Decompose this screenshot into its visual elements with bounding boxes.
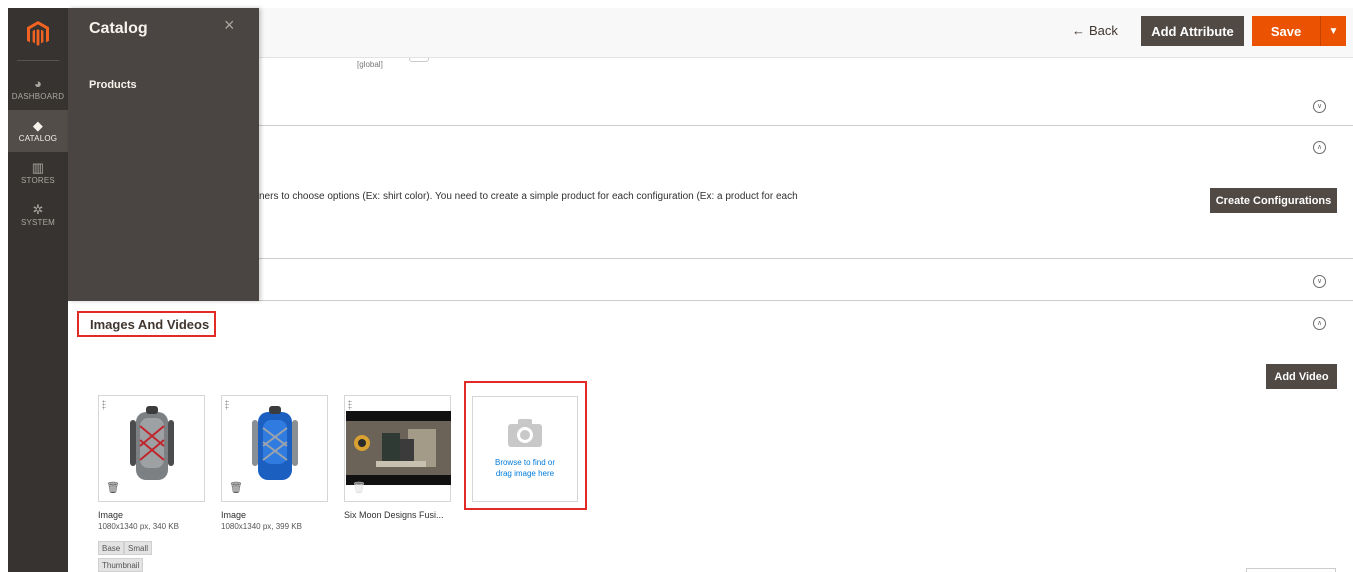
video-title: Six Moon Designs Fusi... xyxy=(344,510,444,520)
image-title: Image xyxy=(221,510,247,520)
image-meta: 1080x1340 px, 340 KB xyxy=(98,522,179,531)
trash-icon[interactable]: 🗑 xyxy=(229,481,243,494)
drag-handle-icon[interactable] xyxy=(348,400,352,410)
scope-field-stub xyxy=(409,58,429,62)
drag-handle-icon[interactable] xyxy=(225,400,229,410)
section-title-label: Images And Videos xyxy=(90,316,210,332)
menu-item-stores[interactable]: ▥ STORES xyxy=(8,152,68,194)
save-button[interactable]: Save xyxy=(1252,16,1320,46)
section-divider xyxy=(68,258,1353,259)
create-configurations-button[interactable]: Create Configurations xyxy=(1210,188,1337,213)
trash-icon[interactable]: 🗑 xyxy=(106,481,120,494)
flyout-link-products[interactable]: Products xyxy=(89,79,137,91)
dashboard-icon: ◕ xyxy=(33,76,43,91)
menu-separator xyxy=(17,60,59,61)
video-thumbnail-image xyxy=(346,411,451,485)
menu-item-label: SYSTEM xyxy=(20,218,56,227)
menu-item-label: CATALOG xyxy=(18,134,58,143)
admin-menu: ◕ DASHBOARD ◆ CATALOG ▥ STORES ✲ SYSTEM xyxy=(8,8,68,572)
menu-item-dashboard[interactable]: ◕ DASHBOARD xyxy=(8,68,68,110)
magento-logo-icon[interactable] xyxy=(8,8,68,60)
add-attribute-button[interactable]: Add Attribute xyxy=(1141,16,1244,46)
configurations-description: ners to choose options (Ex: shirt color)… xyxy=(259,191,798,202)
flyout-title: Catalog xyxy=(89,20,148,37)
upload-text-line: Browse to find or xyxy=(494,458,556,467)
back-button[interactable]: ← Back xyxy=(1072,23,1118,38)
image-role-tag: Base xyxy=(98,541,125,555)
upload-text-line: drag image here xyxy=(495,469,555,478)
menu-item-system[interactable]: ✲ SYSTEM xyxy=(8,194,68,236)
section-toggle-chevron-up-icon[interactable]: ∧ xyxy=(1313,317,1326,330)
section-toggle-chevron-up-icon[interactable]: ∧ xyxy=(1313,141,1326,154)
trash-icon[interactable]: 🗑 xyxy=(352,481,366,494)
section-divider xyxy=(68,125,1353,126)
system-icon: ✲ xyxy=(32,202,44,217)
image-upload-dropzone[interactable]: Browse to find or drag image here xyxy=(472,396,578,502)
menu-item-label: STORES xyxy=(21,176,55,185)
scope-label: [global] xyxy=(357,60,383,69)
image-meta: 1080x1340 px, 399 KB xyxy=(221,522,302,531)
camera-icon xyxy=(508,419,542,447)
add-video-button[interactable]: Add Video xyxy=(1266,364,1337,389)
image-role-tag: Small xyxy=(124,541,153,555)
menu-item-label: DASHBOARD xyxy=(11,92,65,101)
grey-backpack-image xyxy=(130,406,174,480)
save-options-toggle[interactable]: ▼ xyxy=(1320,16,1346,46)
image-role-tag: Thumbnail xyxy=(98,558,144,572)
catalog-flyout-menu: Catalog × Products xyxy=(68,8,259,301)
partial-control-stub xyxy=(1246,568,1336,572)
image-caption: Image 1080x1340 px, 399 KB xyxy=(221,510,302,532)
section-toggle-chevron-down-icon[interactable]: ∨ xyxy=(1313,275,1326,288)
section-toggle-chevron-down-icon[interactable]: ∨ xyxy=(1313,100,1326,113)
stores-icon: ▥ xyxy=(31,160,45,175)
back-arrow-icon: ← xyxy=(1072,23,1085,38)
drag-handle-icon[interactable] xyxy=(102,400,106,410)
menu-item-catalog[interactable]: ◆ CATALOG xyxy=(8,110,68,152)
back-label: Back xyxy=(1089,23,1118,38)
product-image-card[interactable]: 🗑 xyxy=(98,395,205,502)
image-title: Image xyxy=(98,510,124,520)
close-icon[interactable]: × xyxy=(224,16,235,34)
section-divider xyxy=(68,300,1353,301)
images-and-videos-title[interactable]: Images And Videos xyxy=(77,311,216,337)
image-caption: Image 1080x1340 px, 340 KB xyxy=(98,510,179,532)
video-caption: Six Moon Designs Fusi... xyxy=(344,510,444,521)
upload-instructions[interactable]: Browse to find or drag image here xyxy=(495,457,555,479)
catalog-icon: ◆ xyxy=(32,118,44,133)
product-image-card[interactable]: 🗑 xyxy=(221,395,328,502)
product-video-card[interactable]: 🗑 xyxy=(344,395,451,502)
blue-backpack-image xyxy=(252,406,298,480)
